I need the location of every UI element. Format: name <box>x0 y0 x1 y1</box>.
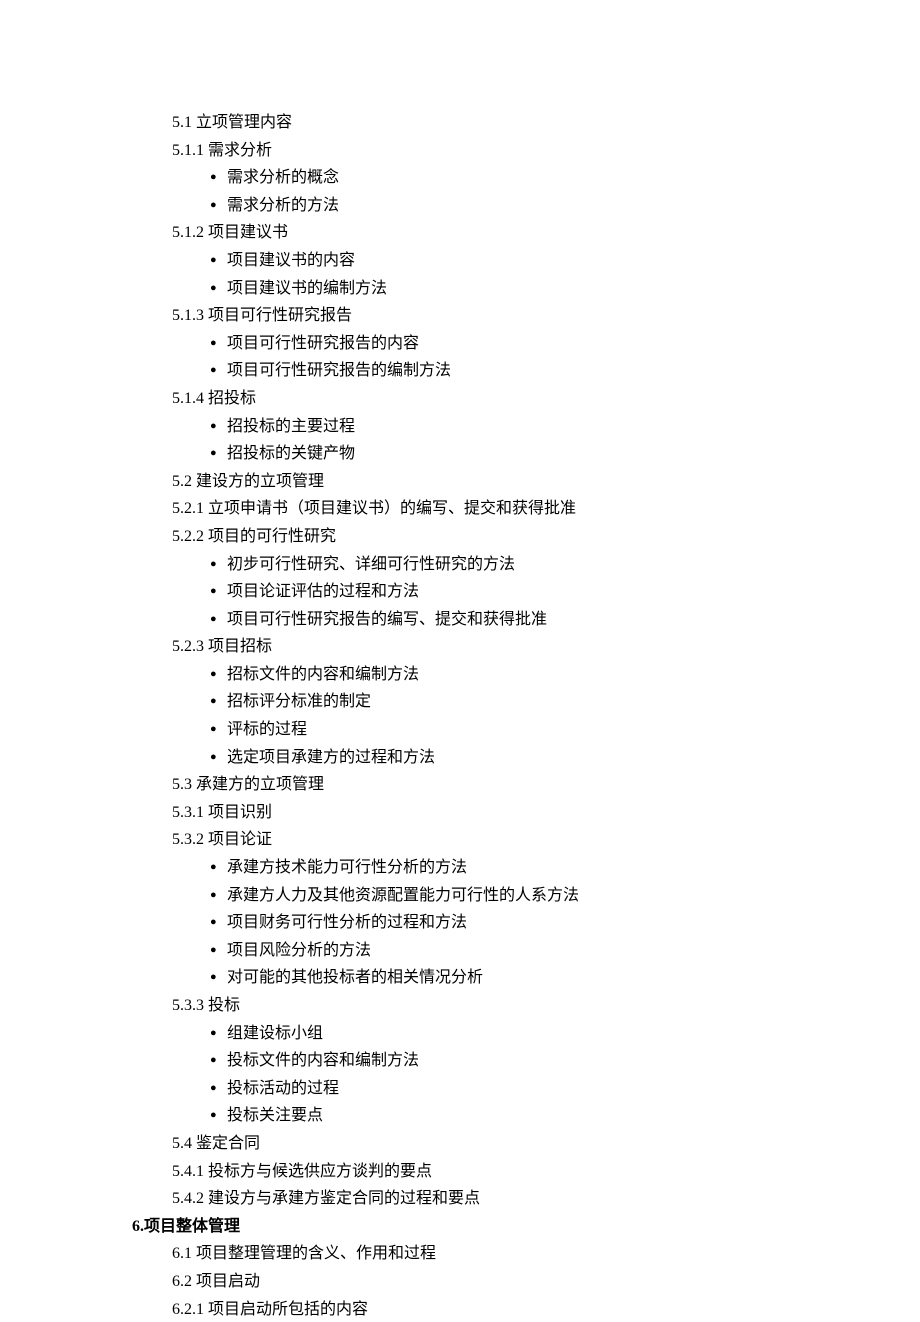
bullet-item: 选定项目承建方的过程和方法 <box>172 745 920 771</box>
bullet-item: 项目建议书的编制方法 <box>172 276 920 302</box>
bullet-item: 组建设标小组 <box>172 1021 920 1047</box>
bullet-item: 投标文件的内容和编制方法 <box>172 1048 920 1074</box>
section-5-1: 5.1 立项管理内容 <box>172 110 920 136</box>
section-5-2: 5.2 建设方的立项管理 <box>172 469 920 495</box>
section-5-1-4: 5.1.4 招投标 <box>172 386 920 412</box>
section-5-4-1: 5.4.1 投标方与候选供应方谈判的要点 <box>172 1159 920 1185</box>
heading-6: 6.项目整体管理 <box>132 1214 920 1240</box>
bullet-item: 承建方人力及其他资源配置能力可行性的人系方法 <box>172 883 920 909</box>
section-5-4-2: 5.4.2 建设方与承建方鉴定合同的过程和要点 <box>172 1186 920 1212</box>
bullet-item: 项目可行性研究报告的编写、提交和获得批准 <box>172 607 920 633</box>
bullet-item: 招标评分标准的制定 <box>172 689 920 715</box>
bullet-item: 初步可行性研究、详细可行性研究的方法 <box>172 552 920 578</box>
section-5-4: 5.4 鉴定合同 <box>172 1131 920 1157</box>
section-5-2-2: 5.2.2 项目的可行性研究 <box>172 524 920 550</box>
bullet-item: 需求分析的概念 <box>172 165 920 191</box>
bullet-item: 招投标的关键产物 <box>172 441 920 467</box>
bullet-item: 项目风险分析的方法 <box>172 938 920 964</box>
section-6-1: 6.1 项目整理管理的含义、作用和过程 <box>172 1241 920 1267</box>
bullet-item: 投标关注要点 <box>172 1103 920 1129</box>
bullet-item: 对可能的其他投标者的相关情况分析 <box>172 965 920 991</box>
section-5-2-3: 5.2.3 项目招标 <box>172 634 920 660</box>
bullet-item: 项目可行性研究报告的编制方法 <box>172 358 920 384</box>
section-5-1-2: 5.1.2 项目建议书 <box>172 220 920 246</box>
bullet-item: 项目论证评估的过程和方法 <box>172 579 920 605</box>
section-5-3: 5.3 承建方的立项管理 <box>172 772 920 798</box>
section-5-3-1: 5.3.1 项目识别 <box>172 800 920 826</box>
bullet-item: 项目建议书的内容 <box>172 248 920 274</box>
bullet-item: 评标的过程 <box>172 717 920 743</box>
section-5-1-1: 5.1.1 需求分析 <box>172 138 920 164</box>
section-5-2-1: 5.2.1 立项申请书（项目建议书）的编写、提交和获得批准 <box>172 496 920 522</box>
section-6-2-1: 6.2.1 项目启动所包括的内容 <box>172 1297 920 1322</box>
section-6-2: 6.2 项目启动 <box>172 1269 920 1295</box>
document-content: 5.1 立项管理内容 5.1.1 需求分析 需求分析的概念 需求分析的方法 5.… <box>0 110 920 1322</box>
bullet-item: 需求分析的方法 <box>172 193 920 219</box>
bullet-item: 项目可行性研究报告的内容 <box>172 331 920 357</box>
bullet-item: 承建方技术能力可行性分析的方法 <box>172 855 920 881</box>
section-5-3-2: 5.3.2 项目论证 <box>172 827 920 853</box>
section-5-1-3: 5.1.3 项目可行性研究报告 <box>172 303 920 329</box>
bullet-item: 招投标的主要过程 <box>172 414 920 440</box>
bullet-item: 招标文件的内容和编制方法 <box>172 662 920 688</box>
bullet-item: 投标活动的过程 <box>172 1076 920 1102</box>
section-5-3-3: 5.3.3 投标 <box>172 993 920 1019</box>
bullet-item: 项目财务可行性分析的过程和方法 <box>172 910 920 936</box>
